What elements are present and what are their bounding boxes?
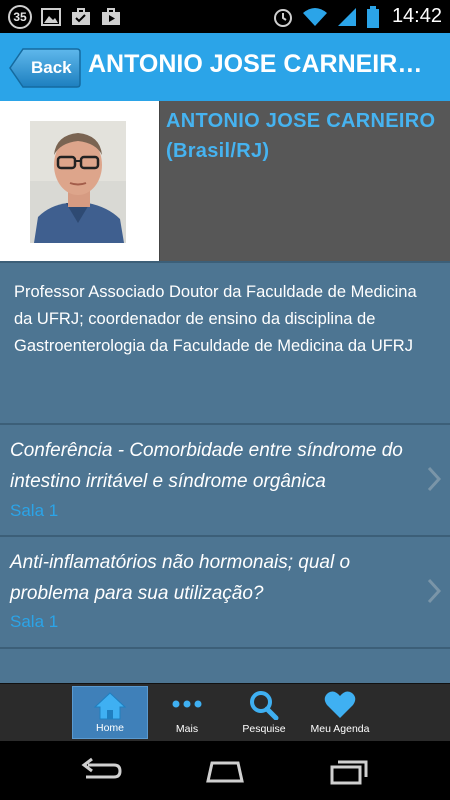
tab-my-agenda[interactable]: Meu Agenda <box>302 686 378 739</box>
speaker-name: ANTONIO JOSE CARNEIRO (Brasil/RJ) <box>166 110 436 162</box>
tab-more[interactable]: Mais <box>149 686 225 739</box>
system-nav-bar <box>0 741 450 800</box>
session-room: Sala 1 <box>10 612 59 631</box>
back-button[interactable]: Back <box>9 48 81 88</box>
chevron-right-icon <box>427 578 442 604</box>
session-title: Conferência - Comorbidade entre síndrome… <box>10 440 403 492</box>
speaker-photo <box>30 121 126 243</box>
session-item[interactable]: Conferência - Comorbidade entre síndrome… <box>0 425 450 537</box>
page-title: ANTONIO JOSE CARNEIRO (Brasil/RJ) <box>88 50 438 78</box>
tab-home[interactable]: Home <box>72 686 148 739</box>
home-nav-icon[interactable] <box>202 757 248 785</box>
notification-count-badge: 35 <box>8 5 32 29</box>
speaker-profile: ANTONIO JOSE CARNEIRO (Brasil/RJ) <box>0 101 450 261</box>
heart-icon <box>324 691 356 718</box>
bottom-tab-bar: Home Mais Pesquise Meu Agenda <box>0 683 450 741</box>
photo-frame <box>0 101 160 261</box>
wifi-icon <box>302 7 327 26</box>
speaker-bio: Professor Associado Doutor da Faculdade … <box>0 261 450 425</box>
home-icon <box>93 692 127 720</box>
app-header: Back ANTONIO JOSE CARNEIRO (Brasil/RJ) <box>0 33 450 101</box>
search-icon <box>250 691 279 720</box>
session-room: Sala 1 <box>10 501 59 520</box>
briefcase-check-icon <box>72 8 90 25</box>
back-nav-icon[interactable] <box>78 757 124 785</box>
signal-icon <box>337 7 356 26</box>
tab-label: Pesquise <box>242 723 286 735</box>
clock: 14:42 <box>391 5 442 27</box>
alarm-icon <box>273 8 292 27</box>
tab-search[interactable]: Pesquise <box>226 686 302 739</box>
session-item[interactable]: Anti-inflamatórios não hormonais; qual o… <box>0 537 450 649</box>
tab-label: Home <box>95 722 124 734</box>
chevron-right-icon <box>427 466 442 492</box>
image-icon <box>41 8 61 26</box>
briefcase-play-icon <box>102 8 120 25</box>
tab-label: Mais <box>175 723 199 735</box>
battery-icon <box>366 5 379 28</box>
tab-label: Meu Agenda <box>310 723 370 735</box>
status-bar: 35 14:42 <box>0 0 450 33</box>
more-icon <box>172 700 202 708</box>
recent-apps-icon[interactable] <box>326 757 372 785</box>
session-title: Anti-inflamatórios não hormonais; qual o… <box>10 552 351 604</box>
session-list: Conferência - Comorbidade entre síndrome… <box>0 425 450 683</box>
back-label: Back <box>31 58 72 77</box>
